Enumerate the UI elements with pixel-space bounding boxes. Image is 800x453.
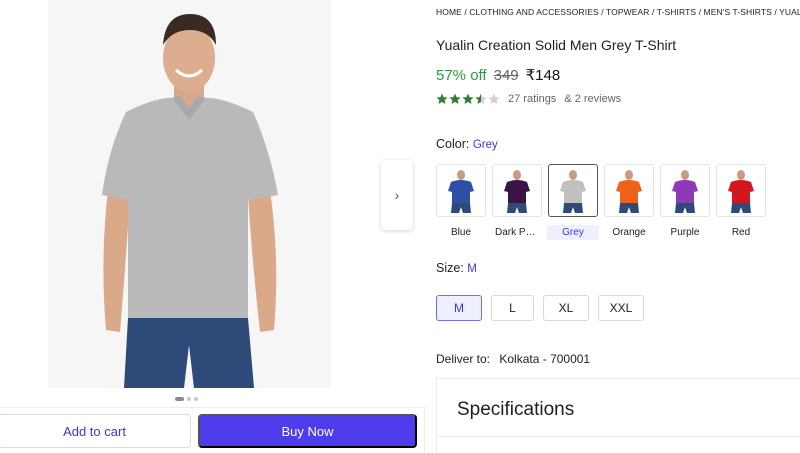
- color-swatch-image[interactable]: [716, 164, 766, 217]
- size-option[interactable]: XL: [543, 295, 589, 321]
- breadcrumb-item[interactable]: YUALIN CR: [779, 7, 800, 17]
- breadcrumb-item[interactable]: T-SHIRTS: [657, 7, 696, 17]
- star-rating: [436, 93, 500, 105]
- color-swatch-label: Orange: [612, 227, 646, 238]
- size-option[interactable]: XXL: [598, 295, 644, 321]
- divider: [437, 436, 800, 437]
- buy-now-button[interactable]: Buy Now: [198, 414, 417, 448]
- discount-label: 57% off: [436, 67, 487, 84]
- color-swatch-image[interactable]: [492, 164, 542, 217]
- breadcrumb-item[interactable]: MEN'S T-SHIRTS: [704, 7, 772, 17]
- color-swatches: Blue Dark Pu... Grey Orange Purple Red: [436, 164, 766, 240]
- size-label: Size: M: [436, 261, 477, 275]
- color-swatch-label: Purple: [670, 227, 700, 238]
- specifications-heading: Specifications: [457, 399, 575, 420]
- color-swatch-image[interactable]: [436, 164, 486, 217]
- color-swatch[interactable]: Blue: [436, 164, 486, 240]
- ratings-count: 27 ratings: [508, 93, 557, 105]
- carousel-dots: [175, 397, 198, 401]
- deliver-label: Deliver to:: [436, 352, 491, 366]
- breadcrumb-item[interactable]: HOME: [436, 7, 462, 17]
- color-swatch[interactable]: Orange: [604, 164, 654, 240]
- selected-color: Grey: [472, 139, 498, 151]
- product-image[interactable]: [48, 0, 331, 388]
- delivery-info: Deliver to: Kolkata - 700001: [436, 352, 590, 366]
- color-swatch[interactable]: Dark Pu...: [492, 164, 542, 240]
- star-icon: [436, 93, 448, 104]
- breadcrumb: HOME / CLOTHING AND ACCESSORIES / TOPWEA…: [436, 7, 800, 17]
- price-row: 57% off 349 ₹148: [436, 66, 560, 84]
- size-label-text: Size:: [436, 261, 464, 275]
- color-swatch-label: Dark Pu...: [495, 227, 540, 238]
- carousel-next-button[interactable]: ›: [381, 160, 413, 230]
- color-swatch-label: Red: [731, 227, 751, 238]
- size-option[interactable]: M: [436, 295, 482, 321]
- color-swatch[interactable]: Red: [716, 164, 766, 240]
- color-swatch-label: Blue: [450, 227, 471, 238]
- color-swatch-image[interactable]: [604, 164, 654, 217]
- product-title: Yualin Creation Solid Men Grey T-Shirt: [436, 37, 677, 53]
- rating-row[interactable]: 27 ratings & 2 reviews: [436, 93, 621, 105]
- product-photo: [48, 0, 331, 388]
- breadcrumb-item[interactable]: TOPWEAR: [606, 7, 650, 17]
- specifications-card: Specifications: [436, 378, 800, 453]
- color-label: Color: Grey: [436, 137, 498, 151]
- chevron-right-icon: ›: [394, 187, 400, 203]
- color-swatch[interactable]: Purple: [660, 164, 710, 240]
- color-swatch[interactable]: Grey: [547, 164, 599, 240]
- carousel-dot[interactable]: [194, 397, 198, 401]
- color-swatch-label: Grey: [547, 225, 599, 240]
- add-to-cart-button[interactable]: Add to cart: [0, 414, 191, 448]
- selling-price: ₹148: [525, 67, 561, 84]
- color-swatch-image[interactable]: [548, 164, 598, 217]
- star-icon: [475, 93, 487, 104]
- size-option[interactable]: L: [491, 295, 534, 321]
- breadcrumb-item[interactable]: CLOTHING AND ACCESSORIES: [469, 7, 598, 17]
- color-swatch-image[interactable]: [660, 164, 710, 217]
- star-icon: [449, 93, 461, 104]
- color-label-text: Color:: [436, 137, 470, 151]
- carousel-dot[interactable]: [175, 397, 184, 401]
- carousel-dot[interactable]: [187, 397, 191, 401]
- star-icon: [462, 93, 474, 104]
- selected-size: M: [467, 263, 477, 275]
- mrp-price: 349: [493, 67, 519, 84]
- size-options: M L XL XXL: [436, 295, 644, 321]
- reviews-count: & 2 reviews: [564, 93, 622, 105]
- star-icon: [488, 93, 500, 104]
- delivery-location[interactable]: Kolkata - 700001: [499, 352, 590, 366]
